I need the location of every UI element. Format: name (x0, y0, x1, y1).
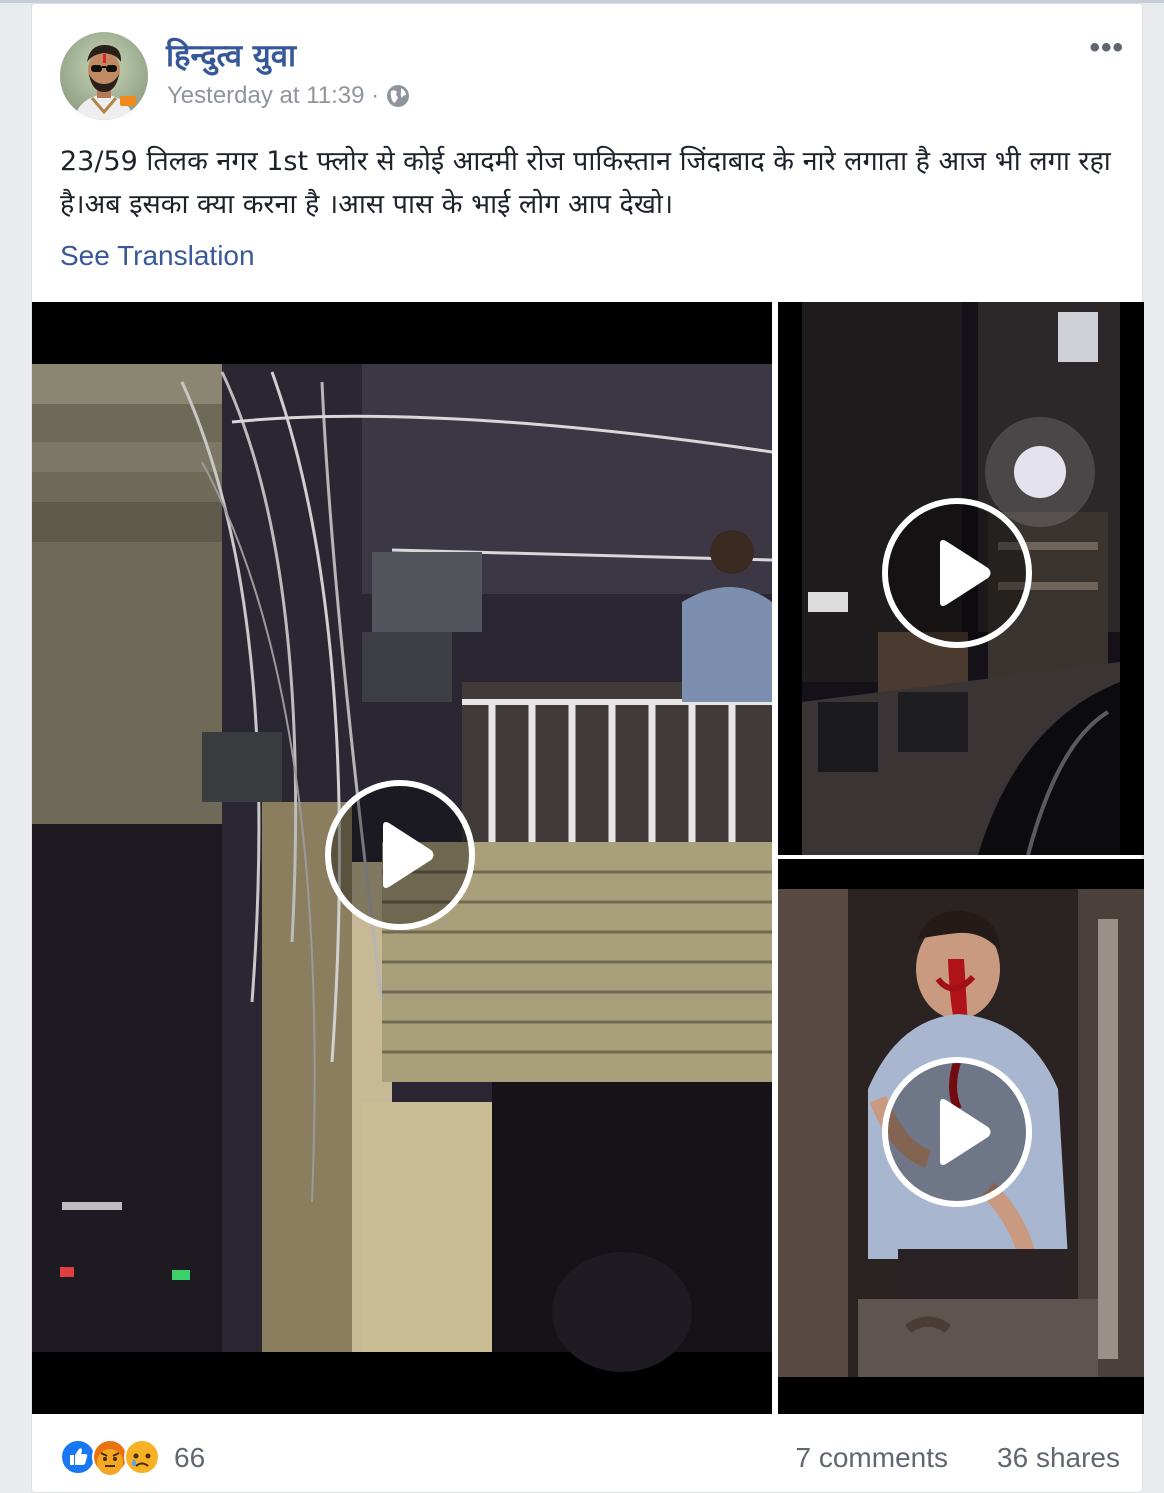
shares-count-link[interactable]: 36 shares (997, 1442, 1120, 1474)
play-icon[interactable] (882, 1057, 1032, 1207)
video-grid (32, 302, 1144, 1414)
globe-icon[interactable] (385, 83, 411, 109)
like-icon (60, 1439, 96, 1475)
comments-count-link[interactable]: 7 comments (796, 1442, 949, 1474)
video-thumbnail-injured[interactable] (778, 859, 1144, 1414)
video-thumbnail-street[interactable] (778, 302, 1144, 855)
post-meta: Yesterday at 11:39 · (167, 82, 411, 110)
video-thumbnail-main[interactable] (32, 302, 772, 1414)
sad-icon (124, 1439, 160, 1475)
reaction-icons[interactable] (60, 1438, 170, 1476)
post-footer: 66 7 comments 36 shares (60, 1436, 1120, 1476)
post-timestamp[interactable]: Yesterday at 11:39 · (167, 82, 379, 110)
play-icon[interactable] (882, 498, 1032, 648)
see-translation-link[interactable]: See Translation (60, 240, 255, 272)
play-icon[interactable] (325, 780, 475, 930)
reaction-count[interactable]: 66 (174, 1442, 205, 1474)
post-card: हिन्दुत्व युवा Yesterday at 11:39 · ••• … (31, 3, 1144, 1493)
angry-icon (92, 1439, 128, 1475)
page-name-link[interactable]: हिन्दुत्व युवा (166, 34, 296, 76)
avatar[interactable] (60, 32, 148, 120)
more-options-icon[interactable]: ••• (1089, 33, 1124, 63)
post-text: 23/59 तिलक नगर 1st फ्लोर से कोई आदमी रोज… (60, 146, 1111, 220)
